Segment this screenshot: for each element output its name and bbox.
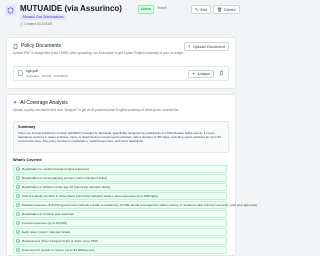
check-circle-icon xyxy=(16,194,20,199)
covered-item: Repatriation of remains and expenses xyxy=(13,209,227,219)
covered-item: Expenses for search or rescue (up to €1,… xyxy=(13,245,227,255)
summary-box: Summary This is an annual assistance con… xyxy=(13,121,229,153)
covered-item-text: Replacement driver transport ticket or d… xyxy=(22,238,98,243)
covered-item-text: Repatriation to medical transport (and e… xyxy=(22,167,89,171)
sparkle-icon: ✦ xyxy=(192,72,196,76)
created-date: ▢ Created 5/15/2025 xyxy=(20,22,53,26)
covered-item: Early return (return transport ticket) xyxy=(13,227,227,237)
check-circle-icon xyxy=(16,167,20,172)
whats-covered-title: What's Covered xyxy=(13,158,42,162)
check-circle-icon xyxy=(16,176,20,181)
document-icon xyxy=(13,43,18,49)
ai-analysis-card: ✦ AI Coverage Analysis Upload a policy d… xyxy=(6,94,257,256)
covered-item-text: Medical expenses: €15,000 (government re… xyxy=(22,202,257,207)
file-icon xyxy=(18,70,23,76)
covered-item-text: Repatriation of children under age 18 (r… xyxy=(22,184,111,189)
summary-title: Summary xyxy=(18,125,36,129)
covered-item: Visit of a family member in close friend… xyxy=(13,191,227,201)
policy-logo xyxy=(5,5,16,16)
check-circle-icon xyxy=(16,212,20,217)
policy-documents-card: Policy Documents Upload PDF or image fil… xyxy=(6,37,236,89)
page-header: MUTUAIDE (via Assurinco) Active Travel M… xyxy=(0,0,240,30)
covered-item: Replacement driver transport ticket or d… xyxy=(13,236,227,246)
edit-button[interactable]: ✎ Edit xyxy=(191,5,212,14)
page-title: MUTUAIDE (via Assurinco) xyxy=(20,4,122,13)
check-circle-icon xyxy=(16,239,20,243)
check-circle-icon xyxy=(16,185,20,190)
covered-list: Repatriation to medical transport (and e… xyxy=(13,165,257,255)
pencil-icon: ✎ xyxy=(195,7,199,12)
upload-document-button[interactable]: ⇪ Upload Document xyxy=(183,42,229,51)
check-circle-icon xyxy=(16,221,20,226)
covered-item-text: Visit of a family member in close friend… xyxy=(22,193,158,198)
delete-file-icon[interactable] xyxy=(219,70,224,76)
status-badge: Active xyxy=(138,5,154,14)
check-circle-icon xyxy=(16,203,20,208)
covered-item: Repatriation of accompanying persons (re… xyxy=(13,173,227,183)
file-row[interactable]: cgs.pdf Uploaded · 340 KB · 5/15/2025 ✦ … xyxy=(13,66,229,81)
covered-item-text: Repatriation of accompanying persons (re… xyxy=(22,175,107,180)
trash-icon: 🗑 xyxy=(217,7,223,12)
summary-text: This is an annual assistance contract (E… xyxy=(18,131,221,143)
covered-item-text: Repatriation of remains and expenses xyxy=(22,211,75,216)
file-name: cgs.pdf xyxy=(26,69,38,73)
covered-item: Repatriation to medical transport (and e… xyxy=(13,165,227,174)
covered-item-text: Early return (return transport ticket) xyxy=(22,229,71,234)
covered-item: Repatriation of children under age 18 (r… xyxy=(13,182,227,192)
covered-item-text: Funeral expenses (up to €2,000) xyxy=(22,220,67,225)
calendar-icon: ▢ xyxy=(20,22,24,26)
sparkle-icon: ✦ xyxy=(13,100,18,106)
documents-heading: Policy Documents xyxy=(13,43,61,49)
covered-item: Funeral expenses (up to €2,000) xyxy=(13,218,227,228)
subscription-pill[interactable]: Monaco Gas Subscriptions xyxy=(20,14,67,20)
ai-heading: ✦ AI Coverage Analysis xyxy=(13,100,68,106)
file-meta: Uploaded · 340 KB · 5/15/2025 xyxy=(26,74,68,78)
check-circle-icon xyxy=(16,230,20,234)
delete-button[interactable]: 🗑 Delete xyxy=(213,5,240,14)
check-circle-icon xyxy=(16,248,20,252)
documents-description: Upload PDF or image files (max 10MB). Af… xyxy=(13,51,184,55)
covered-item-text: Expenses for search or rescue (up to €1,… xyxy=(22,247,95,252)
ai-description: Upload a policy document and click “Anal… xyxy=(13,108,179,112)
policy-detail-page: MUTUAIDE (via Assurinco) Active Travel M… xyxy=(0,0,257,256)
upload-icon: ⇪ xyxy=(187,44,191,49)
type-badge: Travel xyxy=(157,6,167,10)
covered-item: Medical expenses: €15,000 (government re… xyxy=(13,200,257,210)
shield-icon xyxy=(7,7,14,14)
analyze-button[interactable]: ✦ Analyse xyxy=(188,70,214,78)
